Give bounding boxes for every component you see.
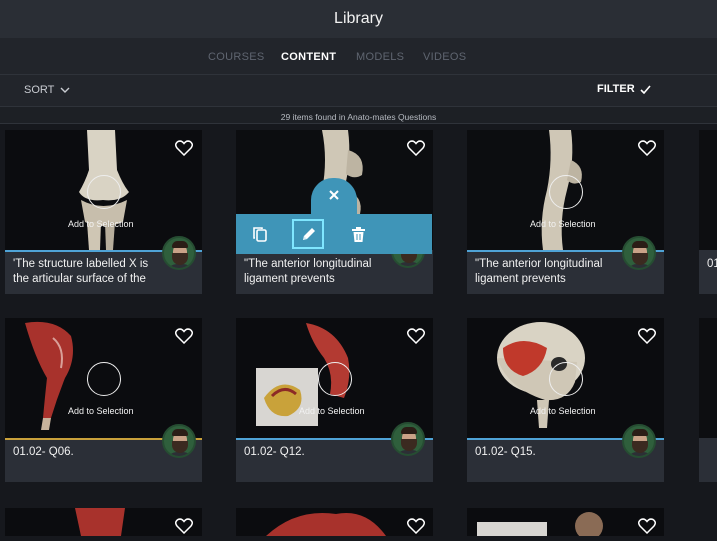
content-card[interactable]: Add to Selection 'The structure labelled… (5, 130, 202, 294)
page-title: Library (334, 10, 383, 27)
author-avatar (622, 424, 656, 458)
checkmark-icon (640, 84, 651, 94)
select-circle-icon[interactable] (87, 175, 121, 209)
card-caption-text: 01.02- Q06. (13, 446, 74, 458)
filter-button[interactable]: FILTER (597, 83, 651, 95)
trash-icon (351, 226, 365, 242)
tab-content[interactable]: CONTENT (281, 51, 336, 63)
author-avatar (391, 422, 425, 456)
heart-icon[interactable] (175, 140, 193, 156)
tab-bar: COURSES CONTENT MODELS VIDEOS (0, 38, 717, 75)
card-caption: 01 (699, 250, 717, 294)
card-caption-text: "The anterior longitudinal ligament prev… (475, 258, 603, 285)
card-caption (699, 438, 717, 482)
card-caption-text: 01.02- Q15. (475, 446, 536, 458)
content-card[interactable]: Add to Selection 01.02- Q06. (5, 318, 202, 482)
card-caption-text: 01 (707, 258, 717, 270)
select-circle-icon[interactable] (87, 362, 121, 396)
results-count: 29 items found in Anato-mates Questions (280, 112, 437, 122)
select-circle-icon[interactable] (549, 362, 583, 396)
add-to-selection-label[interactable]: Add to Selection (530, 406, 596, 416)
content-card[interactable]: 01 (699, 130, 717, 294)
tab-courses[interactable]: COURSES (208, 51, 265, 63)
add-to-selection-label[interactable]: Add to Selection (68, 406, 134, 416)
close-icon[interactable] (327, 188, 341, 202)
add-to-selection-label[interactable]: Add to Selection (530, 219, 596, 229)
content-card[interactable]: Add to Selection 01.02- Q15. (467, 318, 664, 482)
sort-label: SORT (24, 84, 55, 96)
sort-button[interactable]: SORT (24, 84, 70, 96)
edit-button[interactable] (296, 222, 320, 246)
content-card[interactable] (5, 508, 202, 536)
author-avatar (162, 424, 196, 458)
content-card[interactable]: Add to Selection 01.02- Q12. (236, 318, 433, 482)
card-caption-text: "The anterior longitudinal ligament prev… (244, 258, 372, 285)
select-circle-icon[interactable] (549, 175, 583, 209)
content-card[interactable]: Add to Selection "The anterior longitudi… (467, 130, 664, 294)
pencil-icon (302, 227, 315, 240)
copy-button[interactable] (248, 222, 272, 246)
heart-icon[interactable] (638, 140, 656, 156)
author-avatar (622, 236, 656, 270)
card-caption-text: 'The structure labelled X is the articul… (13, 258, 149, 285)
select-circle-icon[interactable] (318, 362, 352, 396)
content-card[interactable] (699, 318, 717, 482)
tab-models[interactable]: MODELS (356, 51, 404, 63)
add-to-selection-label[interactable]: Add to Selection (299, 406, 365, 416)
author-avatar (162, 236, 196, 270)
title-bar: Library (0, 0, 717, 38)
results-count-bar: 29 items found in Anato-mates Questions (0, 106, 717, 124)
card-thumbnail (467, 508, 664, 540)
sort-filter-bar: SORT FILTER (0, 75, 717, 106)
heart-icon[interactable] (638, 518, 656, 534)
content-card[interactable] (236, 508, 433, 536)
card-thumbnail (236, 508, 433, 536)
add-to-selection-label[interactable]: Add to Selection (68, 219, 134, 229)
chevron-down-icon (60, 87, 70, 93)
heart-icon[interactable] (407, 518, 425, 534)
card-thumbnail (5, 508, 202, 536)
heart-icon[interactable] (638, 328, 656, 344)
content-card[interactable] (467, 508, 664, 540)
heart-icon[interactable] (175, 328, 193, 344)
tab-videos[interactable]: VIDEOS (423, 51, 466, 63)
copy-icon (253, 226, 267, 242)
card-caption-text: 01.02- Q12. (244, 446, 305, 458)
filter-label: FILTER (597, 83, 635, 95)
heart-icon[interactable] (407, 140, 425, 156)
heart-icon[interactable] (407, 328, 425, 344)
delete-button[interactable] (346, 222, 370, 246)
heart-icon[interactable] (175, 518, 193, 534)
